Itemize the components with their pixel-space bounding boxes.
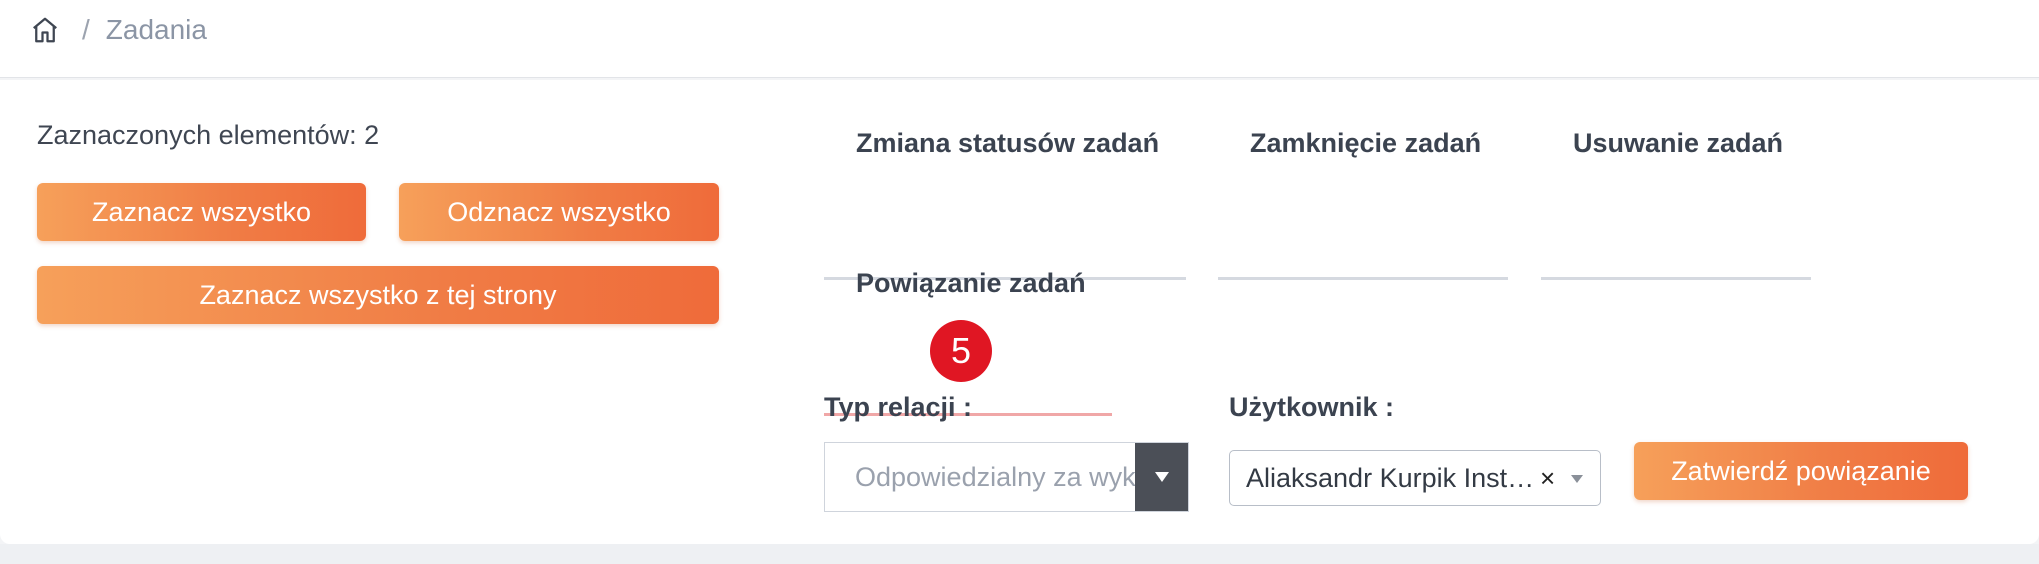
tab-link-tasks-label: Powiązanie zadań (856, 268, 1086, 298)
tab-close-tasks[interactable]: Zamknięcie zadań (1218, 128, 1508, 280)
tab-delete-tasks-label: Usuwanie zadań (1573, 128, 1784, 158)
home-icon[interactable] (28, 13, 62, 47)
step-badge: 5 (930, 320, 992, 382)
user-select[interactable]: Aliaksandr Kurpik Instalator × (1229, 450, 1601, 506)
relation-type-select[interactable]: Odpowiedzialny za wykonanie (824, 442, 1189, 512)
chevron-down-icon[interactable] (1570, 471, 1584, 489)
tab-underline (1218, 277, 1508, 280)
bulk-actions-panel: Zaznaczonych elementów: 2 Zaznacz wszyst… (0, 80, 2039, 544)
dropdown-arrow-icon[interactable] (1135, 443, 1188, 511)
selected-count-label: Zaznaczonych elementów: 2 (37, 120, 380, 150)
select-page-button[interactable]: Zaznacz wszystko z tej strony (37, 266, 719, 324)
tab-close-tasks-label: Zamknięcie zadań (1250, 128, 1482, 158)
breadcrumb: / Zadania (28, 10, 207, 50)
tab-underline (1541, 277, 1811, 280)
relation-type-value: Odpowiedzialny za wykonanie (855, 462, 1145, 492)
clear-icon[interactable]: × (1540, 451, 1555, 505)
user-value: Aliaksandr Kurpik Instalator (1246, 463, 1536, 493)
tab-delete-tasks[interactable]: Usuwanie zadań (1541, 128, 1811, 280)
bottom-strip (0, 544, 2039, 564)
breadcrumb-separator: / (82, 14, 90, 45)
confirm-link-button[interactable]: Zatwierdź powiązanie (1634, 442, 1968, 500)
top-bar: / Zadania (0, 0, 2039, 78)
tab-status-change[interactable]: Zmiana statusów zadań (824, 128, 1186, 280)
deselect-all-button[interactable]: Odznacz wszystko (399, 183, 719, 241)
user-label: Użytkownik : (1229, 392, 1395, 422)
breadcrumb-current: Zadania (105, 14, 207, 45)
tab-status-change-label: Zmiana statusów zadań (856, 128, 1160, 158)
relation-type-label: Typ relacji : (824, 392, 973, 422)
select-all-button[interactable]: Zaznacz wszystko (37, 183, 366, 241)
